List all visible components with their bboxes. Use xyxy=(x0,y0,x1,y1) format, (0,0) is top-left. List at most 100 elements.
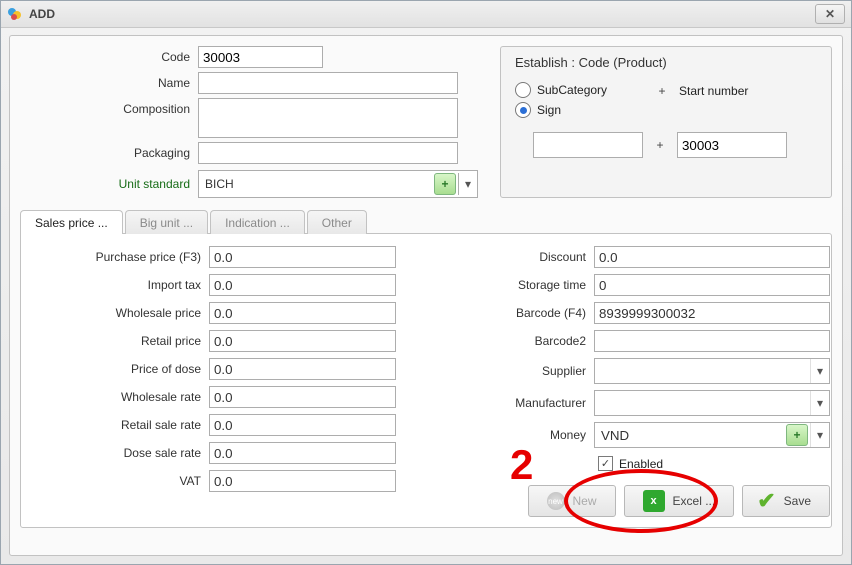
radio-icon xyxy=(515,102,531,118)
manufacturer-combo[interactable]: ▾ xyxy=(594,390,830,416)
price-right-column: Discount Storage time Barcode (F4) Barco… xyxy=(416,246,830,517)
chevron-down-icon: ▾ xyxy=(465,177,471,191)
unit-standard-value: BICH xyxy=(199,177,434,191)
retail-sale-rate-label: Retail sale rate xyxy=(31,418,209,432)
supplier-dropdown-button[interactable]: ▾ xyxy=(810,359,829,383)
excel-button-label: Excel ... xyxy=(673,494,716,508)
radio-subcategory[interactable]: SubCategory xyxy=(515,82,635,98)
purchase-price-input[interactable] xyxy=(209,246,396,268)
code-input[interactable] xyxy=(198,46,323,68)
new-icon: new xyxy=(547,492,565,510)
checkbox-icon xyxy=(598,456,613,471)
radio-icon xyxy=(515,82,531,98)
price-of-dose-input[interactable] xyxy=(209,358,396,380)
start-number-input[interactable] xyxy=(677,132,787,158)
wholesale-rate-label: Wholesale rate xyxy=(31,390,209,404)
import-tax-label: Import tax xyxy=(31,278,209,292)
radio-sign[interactable]: Sign xyxy=(515,102,635,118)
close-icon: ✕ xyxy=(825,7,835,21)
packaging-label: Packaging xyxy=(20,146,198,160)
sign-input[interactable] xyxy=(533,132,643,158)
unit-standard-combo[interactable]: BICH + ▾ xyxy=(198,170,478,198)
plus-icon: + xyxy=(793,428,800,442)
check-icon: ✔ xyxy=(757,488,775,514)
supplier-combo[interactable]: ▾ xyxy=(594,358,830,384)
tab-big-unit[interactable]: Big unit ... xyxy=(125,210,208,234)
chevron-down-icon: ▾ xyxy=(817,364,823,378)
money-dropdown-button[interactable]: ▾ xyxy=(810,423,829,447)
plus-label: + xyxy=(653,138,667,152)
composition-label: Composition xyxy=(20,98,198,116)
tab-body-sales-price: Purchase price (F3) Import tax Wholesale… xyxy=(20,233,832,528)
establish-title: Establish : Code (Product) xyxy=(515,55,817,70)
tab-other[interactable]: Other xyxy=(307,210,367,234)
window-title: ADD xyxy=(29,7,55,21)
wholesale-rate-input[interactable] xyxy=(209,386,396,408)
retail-price-input[interactable] xyxy=(209,330,396,352)
retail-sale-rate-input[interactable] xyxy=(209,414,396,436)
dose-sale-rate-input[interactable] xyxy=(209,442,396,464)
manufacturer-value[interactable] xyxy=(595,391,810,415)
supplier-value[interactable] xyxy=(595,359,810,383)
chevron-down-icon: ▾ xyxy=(817,396,823,410)
wholesale-price-label: Wholesale price xyxy=(31,306,209,320)
vat-input[interactable] xyxy=(209,470,396,492)
barcode-label: Barcode (F4) xyxy=(416,306,594,320)
save-button[interactable]: ✔ Save xyxy=(742,485,830,517)
plus-icon: + xyxy=(441,177,448,191)
name-label: Name xyxy=(20,76,198,90)
storage-time-label: Storage time xyxy=(416,278,594,292)
radio-subcategory-label: SubCategory xyxy=(537,83,607,97)
discount-input[interactable] xyxy=(594,246,830,268)
enabled-checkbox[interactable]: Enabled xyxy=(594,456,663,471)
purchase-price-label: Purchase price (F3) xyxy=(31,250,209,264)
annotation-number: 2 xyxy=(510,441,533,489)
unit-standard-label: Unit standard xyxy=(20,177,198,191)
dose-sale-rate-label: Dose sale rate xyxy=(31,446,209,460)
radio-sign-label: Sign xyxy=(537,103,561,117)
storage-time-input[interactable] xyxy=(594,274,830,296)
excel-icon: x xyxy=(643,490,665,512)
close-button[interactable]: ✕ xyxy=(815,4,845,24)
plus-label: + xyxy=(655,84,669,98)
establish-panel: Establish : Code (Product) SubCategory S… xyxy=(500,46,832,198)
save-button-label: Save xyxy=(784,494,811,508)
money-label: Money xyxy=(416,428,594,442)
tab-indication[interactable]: Indication ... xyxy=(210,210,305,234)
import-tax-input[interactable] xyxy=(209,274,396,296)
wholesale-price-input[interactable] xyxy=(209,302,396,324)
app-icon xyxy=(7,6,23,22)
titlebar: ADD ✕ xyxy=(1,1,851,28)
money-value[interactable] xyxy=(595,423,784,447)
money-combo[interactable]: + ▾ xyxy=(594,422,830,448)
excel-button[interactable]: x Excel ... xyxy=(624,485,735,517)
name-input[interactable] xyxy=(198,72,458,94)
new-button-label: New xyxy=(573,494,597,508)
retail-price-label: Retail price xyxy=(31,334,209,348)
new-button[interactable]: new New xyxy=(528,485,616,517)
tabset: Sales price ... Big unit ... Indication … xyxy=(20,210,832,234)
manufacturer-dropdown-button[interactable]: ▾ xyxy=(810,391,829,415)
tab-sales-price[interactable]: Sales price ... xyxy=(20,210,123,234)
packaging-input[interactable] xyxy=(198,142,458,164)
chevron-down-icon: ▾ xyxy=(817,428,823,442)
vat-label: VAT xyxy=(31,474,209,488)
enabled-label: Enabled xyxy=(619,457,663,471)
start-number-label: Start number xyxy=(679,84,748,98)
manufacturer-label: Manufacturer xyxy=(416,396,594,410)
unit-dropdown-button[interactable]: ▾ xyxy=(458,173,477,195)
product-header-form: Code Name Composition Packaging Unit sta… xyxy=(20,46,480,198)
barcode2-label: Barcode2 xyxy=(416,334,594,348)
content-panel: Code Name Composition Packaging Unit sta… xyxy=(9,35,843,556)
composition-input[interactable] xyxy=(198,98,458,138)
money-add-button[interactable]: + xyxy=(786,424,808,446)
discount-label: Discount xyxy=(416,250,594,264)
price-of-dose-label: Price of dose xyxy=(31,362,209,376)
supplier-label: Supplier xyxy=(416,364,594,378)
unit-add-button[interactable]: + xyxy=(434,173,456,195)
code-label: Code xyxy=(20,50,198,64)
barcode2-input[interactable] xyxy=(594,330,830,352)
add-dialog: ADD ✕ Code Name Composition xyxy=(0,0,852,565)
barcode-input[interactable] xyxy=(594,302,830,324)
price-left-column: Purchase price (F3) Import tax Wholesale… xyxy=(31,246,396,517)
